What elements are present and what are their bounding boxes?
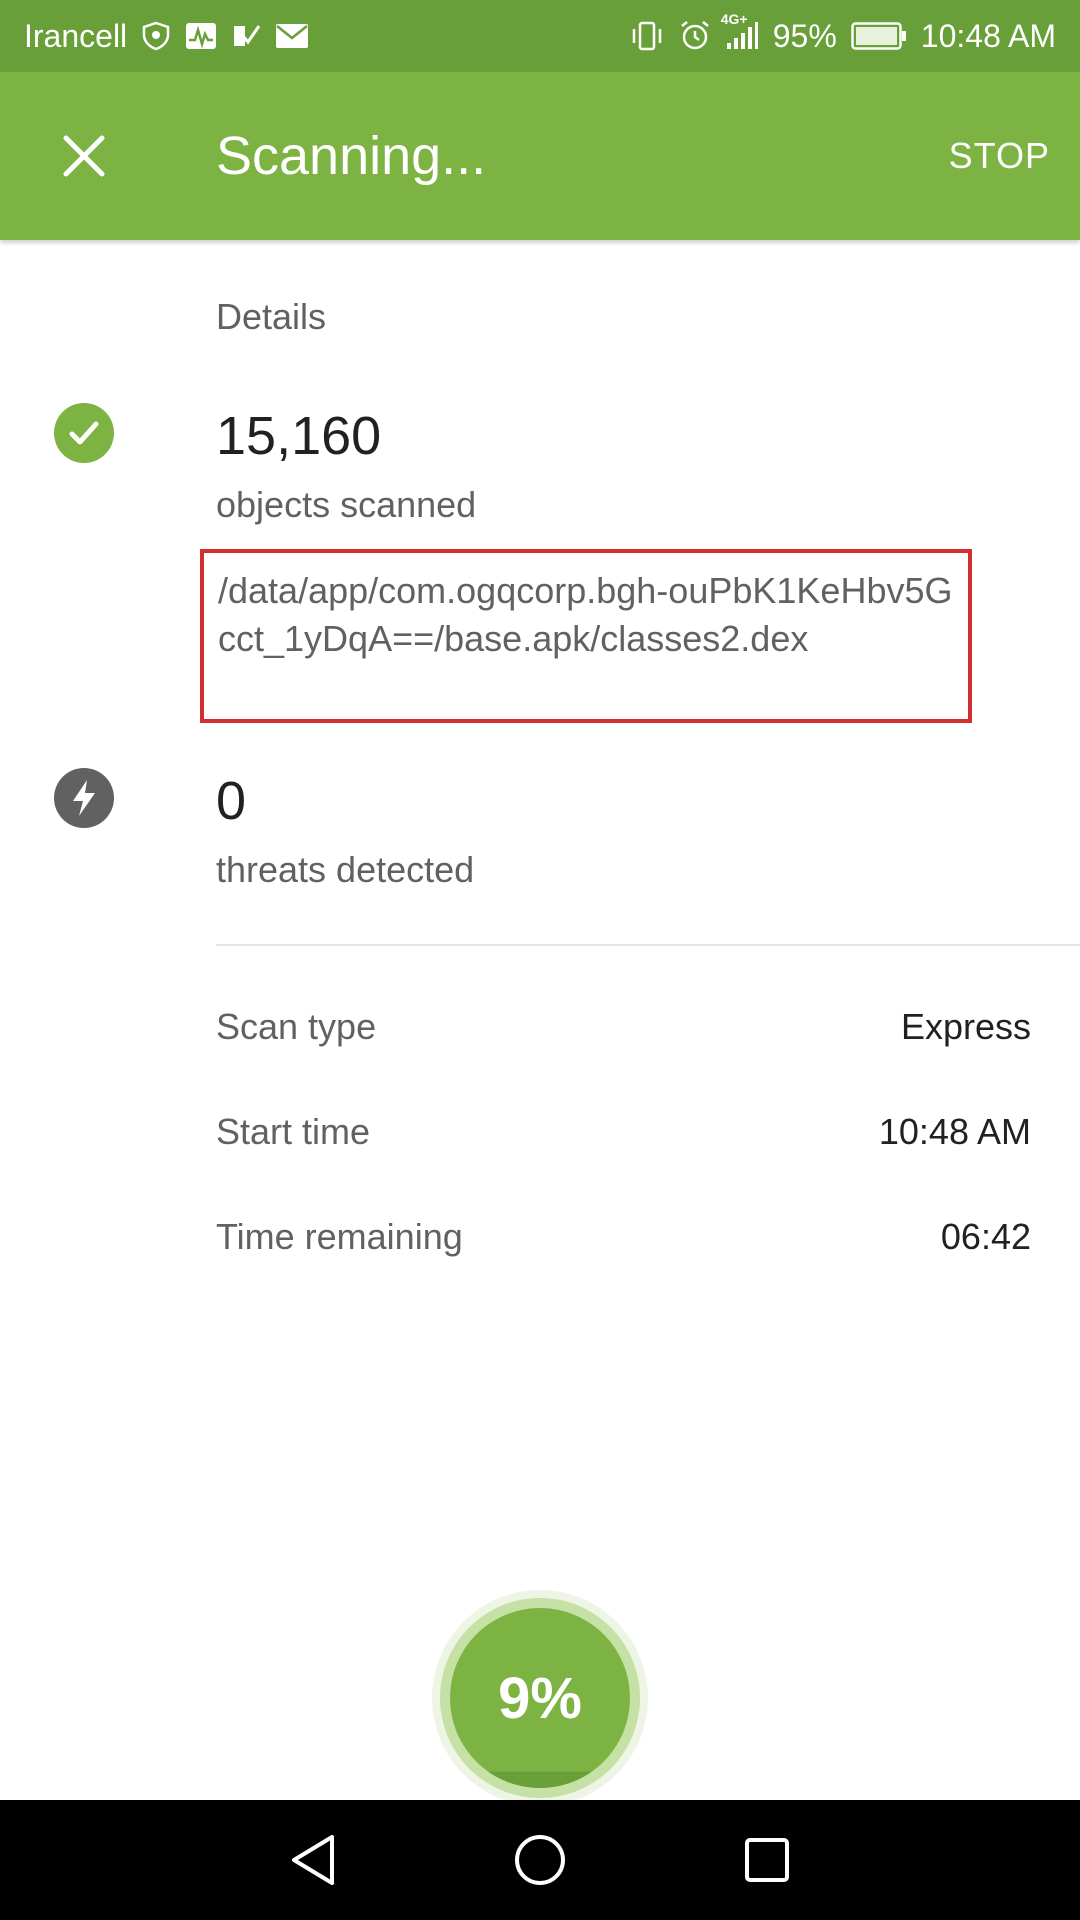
alarm-icon bbox=[679, 20, 711, 52]
close-button[interactable] bbox=[42, 114, 126, 198]
scan-type-label: Scan type bbox=[216, 1006, 377, 1047]
home-circle-icon bbox=[514, 1835, 565, 1885]
nav-recents-button[interactable] bbox=[727, 1820, 807, 1900]
system-navigation-bar bbox=[0, 1800, 1080, 1920]
status-bar: Irancell 4G+ 95% 10:48 AM bbox=[0, 0, 1080, 72]
scan-type-value: Express bbox=[900, 1006, 1031, 1047]
scan-type-row: Scan type Express bbox=[216, 997, 1031, 1057]
battery-icon bbox=[851, 22, 907, 50]
close-icon bbox=[63, 135, 105, 177]
scan-progress-indicator: 9% bbox=[430, 1588, 650, 1808]
details-section-label: Details bbox=[216, 296, 327, 337]
time-remaining-label: Time remaining bbox=[216, 1216, 463, 1257]
start-time-value: 10:48 AM bbox=[878, 1111, 1031, 1152]
progress-percent: 9% bbox=[498, 1665, 582, 1731]
objects-scanned-caption: objects scanned bbox=[216, 484, 477, 525]
time-remaining-value: 06:42 bbox=[940, 1216, 1031, 1257]
network-type: 4G+ bbox=[720, 11, 748, 27]
task-notification-icon bbox=[231, 22, 261, 50]
recents-square-icon bbox=[744, 1838, 789, 1882]
shield-notification-icon bbox=[141, 21, 171, 51]
objects-scanned-count: 15,160 bbox=[216, 406, 382, 466]
nav-home-button[interactable] bbox=[500, 1820, 580, 1900]
carrier-name: Irancell bbox=[24, 17, 128, 54]
signal-icon: 4G+ bbox=[721, 11, 759, 51]
start-time-row: Start time 10:48 AM bbox=[216, 1102, 1031, 1162]
stop-button[interactable]: STOP bbox=[949, 72, 1050, 240]
lightning-bolt-icon bbox=[54, 768, 114, 828]
threats-detected-count: 0 bbox=[216, 771, 247, 831]
start-time-label: Start time bbox=[216, 1111, 371, 1152]
divider bbox=[216, 944, 1080, 946]
battery-percent: 95% bbox=[772, 17, 837, 54]
clock: 10:48 AM bbox=[920, 17, 1056, 54]
status-left: Irancell bbox=[24, 18, 309, 55]
page-title: Scanning... bbox=[216, 126, 487, 186]
status-right: 4G+ 95% 10:48 AM bbox=[629, 11, 1056, 55]
nav-back-button[interactable] bbox=[273, 1820, 353, 1900]
time-remaining-row: Time remaining 06:42 bbox=[216, 1207, 1031, 1267]
threats-detected-caption: threats detected bbox=[216, 849, 475, 890]
current-scan-path: /data/app/com.ogqcorp.bgh-ouPbK1KeHbv5Gc… bbox=[200, 549, 972, 723]
check-circle-icon bbox=[54, 403, 114, 463]
vibrate-icon bbox=[629, 21, 665, 51]
back-triangle-icon bbox=[292, 1835, 335, 1885]
activity-notification-icon bbox=[185, 22, 217, 50]
mail-notification-icon bbox=[275, 23, 309, 49]
app-bar: Scanning... STOP bbox=[0, 72, 1080, 240]
